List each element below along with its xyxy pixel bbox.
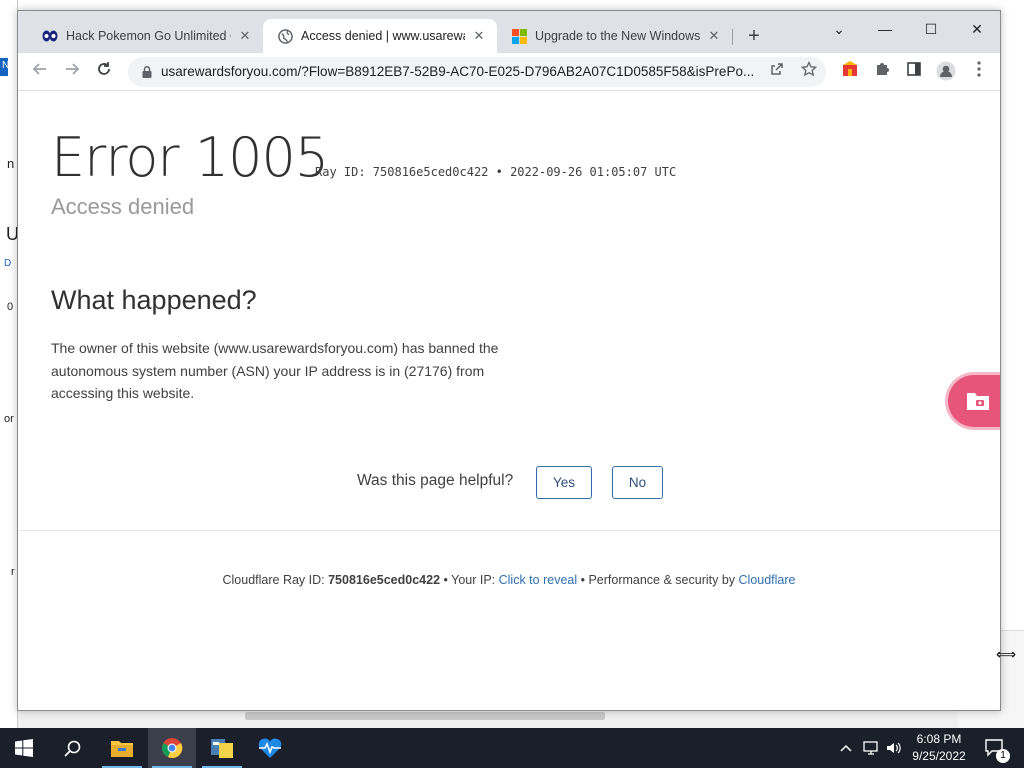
windows-favicon-icon: [511, 28, 527, 44]
tab-upgrade-windows[interactable]: Upgrade to the New Windows 1 ✕: [497, 19, 732, 53]
heartbeat-icon: [258, 738, 282, 758]
tab-separator: [732, 29, 733, 45]
footer-ray-id: 750816e5ced0c422: [328, 573, 441, 587]
back-button[interactable]: [27, 59, 53, 85]
share-icon[interactable]: [766, 61, 788, 83]
tab-title: Upgrade to the New Windows 1: [535, 29, 700, 43]
python-tool-icon: [211, 739, 233, 758]
background-text-fragment: N: [2, 60, 10, 71]
back-arrow-icon: [32, 63, 46, 75]
tab-access-denied[interactable]: Access denied | www.usareward ✕: [263, 19, 497, 53]
footer-performance-text: • Performance & security by: [577, 573, 739, 587]
new-tab-button[interactable]: +: [742, 24, 766, 48]
taskbar: 6:08 PM 9/25/2022 1: [0, 728, 1024, 768]
speaker-icon: [887, 742, 901, 754]
close-tab-icon[interactable]: ✕: [471, 28, 487, 44]
background-text-fragment: n: [7, 156, 15, 171]
browser-toolbar: usarewardsforyou.com/?Flow=B8912EB7-52B9…: [18, 53, 1000, 91]
error-code-title: Error 1005: [51, 126, 329, 189]
tab-search-button[interactable]: ⌄: [816, 15, 862, 43]
folder-icon: [967, 393, 989, 410]
background-text-fragment: r: [11, 566, 15, 578]
tab-title: Access denied | www.usareward: [301, 29, 465, 43]
error-explanation: The owner of this website (www.usareward…: [51, 340, 499, 401]
what-happened-heading: What happened?: [51, 285, 257, 315]
lock-icon[interactable]: [140, 65, 154, 79]
error-subtitle: Access denied: [51, 194, 195, 219]
maximize-button[interactable]: ☐: [908, 15, 954, 43]
resize-cursor-icon: ⟺: [996, 646, 1017, 662]
show-hidden-icons[interactable]: [836, 728, 856, 768]
forward-arrow-icon: [66, 63, 80, 75]
feedback-question: Was this page helpful?: [357, 472, 514, 489]
background-text-fragment: D: [4, 258, 12, 269]
windows-start-icon: [15, 739, 33, 757]
ray-id-timestamp: Ray ID: 750816e5ced0c422 • 2022-09-26 01…: [315, 165, 677, 179]
reveal-ip-link[interactable]: Click to reveal: [499, 573, 578, 587]
page-content: Error 1005 Ray ID: 750816e5ced0c422 • 20…: [18, 92, 1000, 710]
background-text-fragment: or: [4, 413, 14, 425]
cloudflare-link[interactable]: Cloudflare: [739, 573, 796, 587]
network-status[interactable]: [860, 728, 882, 768]
network-icon: [863, 741, 878, 755]
address-bar[interactable]: usarewardsforyou.com/?Flow=B8912EB7-52B9…: [128, 57, 826, 87]
start-button[interactable]: [0, 728, 48, 768]
clock-date: 9/25/2022: [912, 749, 966, 763]
tab-hack-pokemon[interactable]: Hack Pokemon Go Unlimited Co ✕: [28, 19, 263, 53]
floating-folder-button[interactable]: [948, 375, 1000, 427]
forward-button[interactable]: [59, 59, 85, 85]
background-scrollbar-thumb[interactable]: [245, 712, 605, 720]
clock-time: 6:08 PM: [916, 732, 962, 746]
footer-ip-label: • Your IP:: [440, 573, 499, 587]
file-explorer-button[interactable]: [98, 728, 146, 768]
close-window-button[interactable]: ✕: [954, 15, 1000, 43]
reload-button[interactable]: [91, 59, 117, 85]
chrome-button[interactable]: [148, 728, 196, 768]
url-text[interactable]: usarewardsforyou.com/?Flow=B8912EB7-52B9…: [161, 64, 756, 79]
extensions-puzzle-icon[interactable]: [871, 61, 893, 83]
close-tab-icon[interactable]: ✕: [706, 28, 722, 44]
bookmark-star-icon[interactable]: [798, 60, 820, 83]
side-panel-icon[interactable]: [903, 61, 925, 83]
footer-ray-prefix: Cloudflare Ray ID:: [222, 573, 329, 587]
extension-home-icon[interactable]: [839, 61, 861, 83]
search-icon: [63, 740, 80, 757]
volume-control[interactable]: [884, 728, 904, 768]
feedback-no-button[interactable]: No: [612, 466, 663, 499]
notification-count-badge: 1: [996, 749, 1010, 763]
cloudflare-footer: Cloudflare Ray ID: 750816e5ced0c422 • Yo…: [18, 573, 1000, 587]
reload-icon: [98, 62, 110, 75]
chevron-up-icon: [840, 744, 852, 752]
health-monitor-button[interactable]: [246, 728, 294, 768]
python-app-button[interactable]: [198, 728, 246, 768]
background-text-fragment: 0: [7, 301, 14, 313]
chrome-icon: [162, 738, 183, 758]
folder-icon: [111, 741, 133, 757]
footer-divider: [18, 530, 1000, 531]
minimize-button[interactable]: —: [862, 15, 908, 43]
menu-kebab-icon[interactable]: [968, 61, 990, 83]
browser-window: Hack Pokemon Go Unlimited Co ✕ Access de…: [17, 10, 1001, 711]
feedback-yes-button[interactable]: Yes: [536, 466, 592, 499]
eyes-favicon-icon: [42, 28, 58, 44]
profile-avatar-icon[interactable]: [935, 61, 957, 83]
background-window-edge: [0, 0, 18, 728]
globe-favicon-icon: [277, 28, 293, 44]
notification-center-button[interactable]: 1: [980, 728, 1010, 768]
tab-title: Hack Pokemon Go Unlimited Co: [66, 29, 231, 43]
system-clock[interactable]: 6:08 PM 9/25/2022: [904, 731, 974, 765]
close-tab-icon[interactable]: ✕: [237, 28, 253, 44]
search-button[interactable]: [48, 728, 96, 768]
tab-strip: Hack Pokemon Go Unlimited Co ✕ Access de…: [18, 11, 1000, 53]
